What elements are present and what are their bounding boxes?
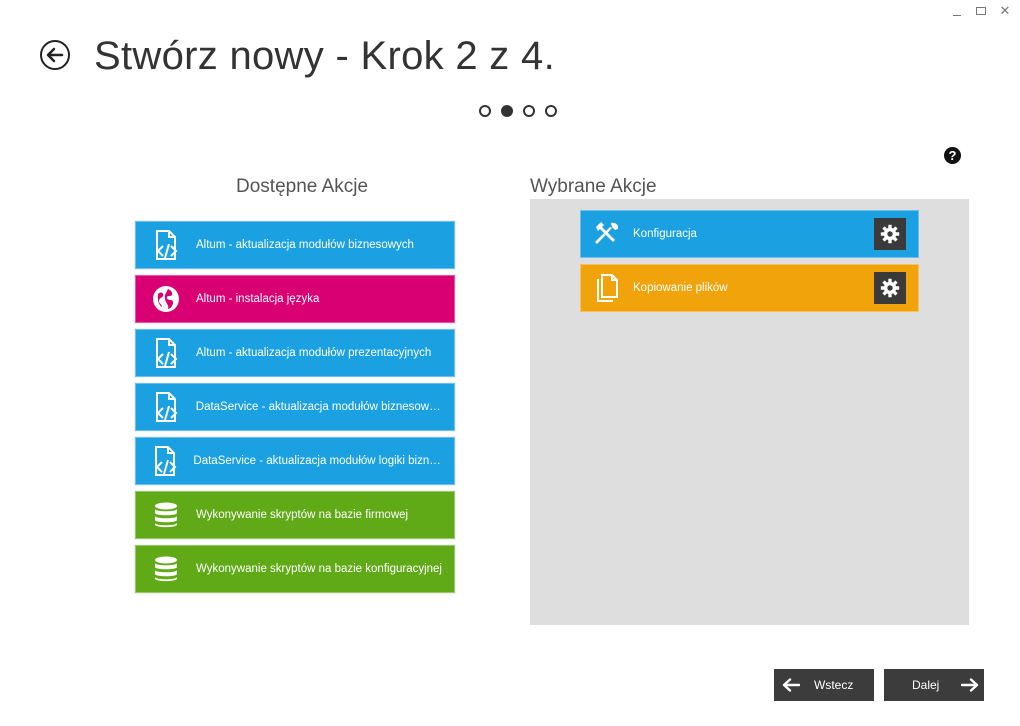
window-controls: ✕ xyxy=(950,4,1012,18)
action-label: DataService - aktualizacja modułów bizne… xyxy=(195,401,447,413)
action-label: Altum - aktualizacja modułów prezentacyj… xyxy=(196,347,432,359)
maximize-icon xyxy=(976,7,986,15)
back-nav-button[interactable]: Wstecz xyxy=(774,669,874,701)
tools-icon xyxy=(581,220,633,248)
close-icon: ✕ xyxy=(999,3,1011,18)
action-label: DataService - aktualizacja modułów logik… xyxy=(193,455,454,467)
minimize-button[interactable] xyxy=(950,4,964,18)
next-nav-button[interactable]: Dalej xyxy=(884,669,984,701)
step-indicator xyxy=(479,105,557,117)
arrow-right-icon xyxy=(961,678,979,692)
step-dot-2 xyxy=(501,105,513,117)
step-dot-4 xyxy=(545,105,557,117)
action-label: Altum - aktualizacja modułów biznesowych xyxy=(196,239,414,251)
arrow-left-icon xyxy=(46,47,64,63)
action-label: Wykonywanie skryptów na bazie firmowej xyxy=(196,509,409,521)
action-label: Konfiguracja xyxy=(633,228,697,240)
selected-action-item[interactable]: Kopiowanie plików xyxy=(580,264,919,312)
back-nav-label: Wstecz xyxy=(814,678,854,692)
action-label: Altum - instalacja języka xyxy=(196,293,320,305)
selected-action-item[interactable]: Konfiguracja xyxy=(580,210,919,258)
available-action-item[interactable]: DataService - aktualizacja modułów bizne… xyxy=(135,383,455,431)
selected-actions-title: Wybrane Akcje xyxy=(530,176,657,197)
maximize-button[interactable] xyxy=(974,4,988,18)
copy-files-icon xyxy=(581,273,633,303)
step-dot-1 xyxy=(479,105,491,117)
page-title: Stwórz nowy - Krok 2 z 4. xyxy=(94,34,555,78)
next-nav-label: Dalej xyxy=(912,678,940,692)
back-button[interactable] xyxy=(40,40,70,70)
code-file-icon xyxy=(136,445,193,477)
available-actions-list: Altum - aktualizacja modułów biznesowych… xyxy=(135,221,455,599)
available-actions-title: Dostępne Akcje xyxy=(236,176,369,197)
gear-icon xyxy=(880,278,900,298)
close-button[interactable]: ✕ xyxy=(998,4,1012,18)
step-dot-3 xyxy=(523,105,535,117)
available-action-item[interactable]: Wykonywanie skryptów na bazie firmowej xyxy=(135,491,455,539)
available-action-item[interactable]: Wykonywanie skryptów na bazie konfigurac… xyxy=(135,545,455,593)
arrow-left-icon xyxy=(782,678,800,692)
selected-actions-panel[interactable]: Konfiguracja Kopiowanie plików xyxy=(530,199,969,625)
available-action-item[interactable]: Altum - instalacja języka xyxy=(135,275,455,323)
minimize-icon xyxy=(953,14,961,16)
available-action-item[interactable]: DataService - aktualizacja modułów logik… xyxy=(135,437,455,485)
gear-icon xyxy=(880,224,900,244)
code-file-icon xyxy=(136,337,196,369)
action-label: Kopiowanie plików xyxy=(633,282,728,294)
database-icon xyxy=(136,556,196,582)
action-label: Wykonywanie skryptów na bazie konfigurac… xyxy=(196,563,442,575)
settings-button[interactable] xyxy=(874,218,906,250)
database-icon xyxy=(136,502,196,528)
help-icon[interactable]: ? xyxy=(944,147,961,164)
globe-icon xyxy=(136,285,196,313)
code-file-icon xyxy=(136,229,196,261)
code-file-icon xyxy=(136,391,196,423)
available-action-item[interactable]: Altum - aktualizacja modułów biznesowych xyxy=(135,221,455,269)
available-action-item[interactable]: Altum - aktualizacja modułów prezentacyj… xyxy=(135,329,455,377)
settings-button[interactable] xyxy=(874,272,906,304)
